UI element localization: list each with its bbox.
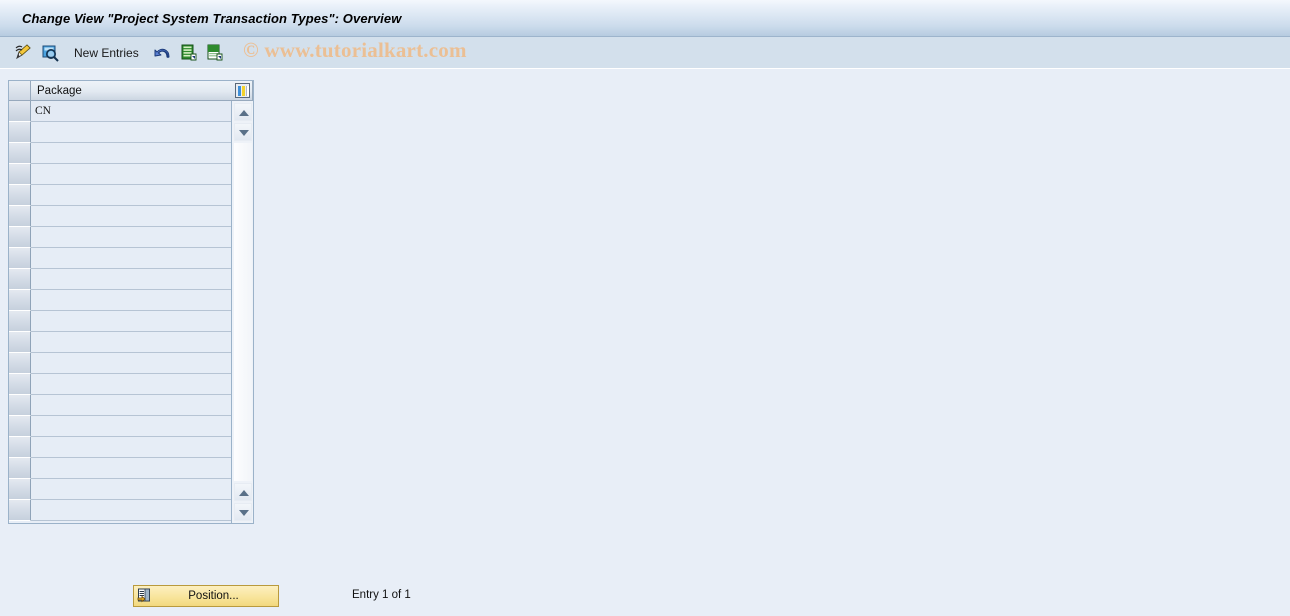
- application-toolbar: New Entries: [0, 37, 1290, 69]
- scroll-page-down-arrow-icon[interactable]: [234, 503, 252, 521]
- row-select-cell[interactable]: [9, 395, 31, 416]
- cell-package[interactable]: [31, 311, 253, 332]
- row-select-cell[interactable]: [9, 479, 31, 500]
- table-row[interactable]: [9, 437, 253, 458]
- table-row[interactable]: [9, 311, 253, 332]
- entry-status-text: Entry 1 of 1: [352, 589, 411, 601]
- new-entries-button[interactable]: New Entries: [74, 46, 139, 60]
- header-select-all-cell[interactable]: [9, 81, 31, 101]
- table-row[interactable]: [9, 248, 253, 269]
- display-change-icon[interactable]: [14, 43, 34, 63]
- cell-package[interactable]: [31, 164, 253, 185]
- cell-package[interactable]: [31, 185, 253, 206]
- row-select-cell[interactable]: [9, 290, 31, 311]
- cell-package[interactable]: [31, 122, 253, 143]
- row-select-cell[interactable]: [9, 311, 31, 332]
- row-select-cell[interactable]: [9, 437, 31, 458]
- check-entries-icon[interactable]: [40, 43, 60, 63]
- cell-package[interactable]: [31, 437, 253, 458]
- position-button[interactable]: Position...: [133, 585, 279, 607]
- cell-package[interactable]: [31, 458, 253, 479]
- cell-package[interactable]: [31, 227, 253, 248]
- cell-package[interactable]: [31, 206, 253, 227]
- table-row[interactable]: [9, 122, 253, 143]
- row-select-cell[interactable]: [9, 122, 31, 143]
- cell-package[interactable]: [31, 500, 253, 521]
- row-select-cell[interactable]: [9, 206, 31, 227]
- row-select-cell[interactable]: [9, 185, 31, 206]
- position-button-label: Position...: [188, 590, 239, 602]
- row-select-cell[interactable]: [9, 332, 31, 353]
- copy-as-icon[interactable]: [179, 43, 199, 63]
- row-select-cell[interactable]: [9, 248, 31, 269]
- table-settings-icon[interactable]: [235, 83, 250, 98]
- cell-package[interactable]: [31, 479, 253, 500]
- table-row[interactable]: [9, 206, 253, 227]
- table-body: CN: [9, 101, 253, 521]
- table-row[interactable]: [9, 395, 253, 416]
- table-header-row: Package: [9, 81, 253, 101]
- row-select-cell[interactable]: [9, 164, 31, 185]
- cell-package[interactable]: [31, 290, 253, 311]
- scroll-up-arrow-icon[interactable]: [234, 103, 252, 121]
- column-header-label: Package: [37, 84, 82, 97]
- table-row[interactable]: [9, 458, 253, 479]
- row-select-cell[interactable]: [9, 416, 31, 437]
- variant-icon[interactable]: [205, 43, 225, 63]
- cell-package[interactable]: [31, 395, 253, 416]
- cell-package[interactable]: CN: [31, 101, 253, 122]
- table-vertical-scrollbar[interactable]: [231, 101, 253, 523]
- row-select-cell[interactable]: [9, 143, 31, 164]
- table-row[interactable]: [9, 269, 253, 290]
- row-select-cell[interactable]: [9, 353, 31, 374]
- cell-package[interactable]: [31, 143, 253, 164]
- row-select-cell[interactable]: [9, 374, 31, 395]
- page-title: Change View "Project System Transaction …: [22, 10, 402, 26]
- column-header-package[interactable]: Package: [31, 81, 253, 101]
- table-row[interactable]: [9, 290, 253, 311]
- table-row[interactable]: [9, 500, 253, 521]
- row-select-cell[interactable]: [9, 227, 31, 248]
- cell-package[interactable]: [31, 416, 253, 437]
- row-select-cell[interactable]: [9, 500, 31, 521]
- scrollbar-thumb[interactable]: [234, 143, 252, 481]
- cell-package[interactable]: [31, 332, 253, 353]
- cell-package[interactable]: [31, 374, 253, 395]
- row-select-cell[interactable]: [9, 101, 31, 122]
- table-row[interactable]: [9, 353, 253, 374]
- row-select-cell[interactable]: [9, 269, 31, 290]
- position-icon: [137, 588, 153, 604]
- overview-table: Package CN: [8, 80, 254, 524]
- undo-icon[interactable]: [153, 43, 173, 63]
- table-row[interactable]: [9, 416, 253, 437]
- table-row[interactable]: [9, 143, 253, 164]
- table-row[interactable]: [9, 227, 253, 248]
- window-title-bar: Change View "Project System Transaction …: [0, 0, 1290, 37]
- table-row[interactable]: [9, 332, 253, 353]
- cell-package[interactable]: [31, 269, 253, 290]
- table-row[interactable]: [9, 185, 253, 206]
- table-row[interactable]: [9, 164, 253, 185]
- scroll-page-up-arrow-icon[interactable]: [234, 483, 252, 501]
- cell-package[interactable]: [31, 248, 253, 269]
- table-row[interactable]: CN: [9, 101, 253, 122]
- cell-package[interactable]: [31, 353, 253, 374]
- scroll-down-arrow-icon[interactable]: [234, 123, 252, 141]
- table-row[interactable]: [9, 479, 253, 500]
- row-select-cell[interactable]: [9, 458, 31, 479]
- table-row[interactable]: [9, 374, 253, 395]
